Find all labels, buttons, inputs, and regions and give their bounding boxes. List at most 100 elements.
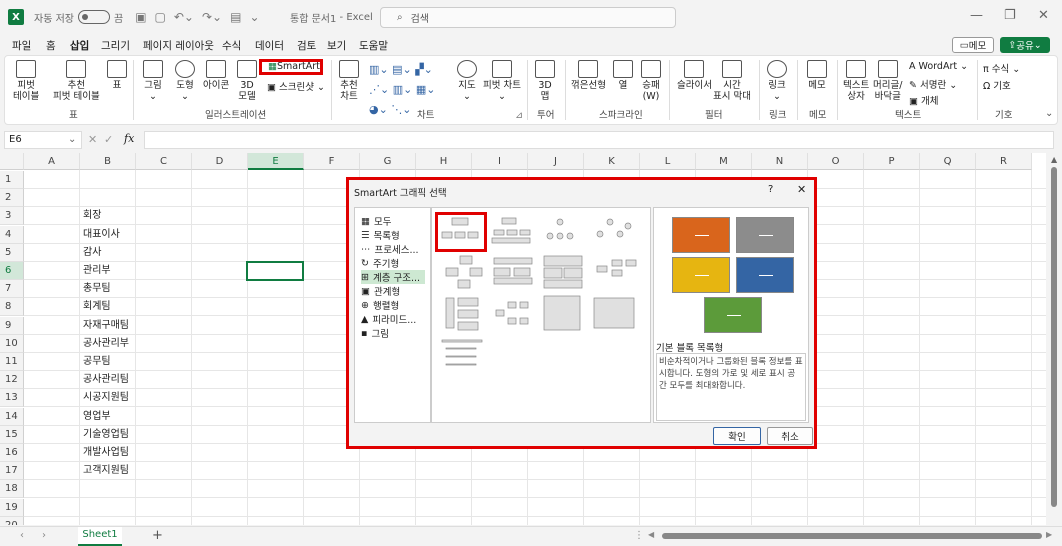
category-picture[interactable]: ▪ 그림 <box>361 326 389 341</box>
equation-button[interactable]: π 수식 ⌄ <box>983 61 1020 75</box>
row-header-14[interactable]: 14 <box>0 407 24 426</box>
column-header-q[interactable]: Q <box>920 153 976 170</box>
row-header-4[interactable]: 4 <box>0 225 24 244</box>
category-list-type[interactable]: ☰ 목록형 <box>361 228 400 243</box>
tab-split-icon[interactable]: ⋮ <box>634 530 644 541</box>
row-header-2[interactable]: 2 <box>0 189 24 208</box>
recommended-pivot-button[interactable]: 추천 피벗 테이블 <box>53 60 100 102</box>
row-header-12[interactable]: 12 <box>0 371 24 390</box>
screenshot-button[interactable]: ▣ 스크린샷 ⌄ <box>267 79 325 93</box>
select-all-corner[interactable] <box>0 153 24 170</box>
tab-help[interactable]: 도움말 <box>359 38 388 53</box>
scroll-up-icon[interactable]: ▲ <box>1051 155 1057 164</box>
row-header-8[interactable]: 8 <box>0 298 24 317</box>
hierarchy-circle-thumb[interactable] <box>556 218 564 226</box>
column-header-o[interactable]: O <box>808 153 864 170</box>
active-cell-e6[interactable] <box>246 261 304 281</box>
symbol-button[interactable]: Ω 기호 <box>983 78 1011 92</box>
recommended-charts-button[interactable]: 추천 차트 <box>339 60 359 102</box>
textbox-button[interactable]: 텍스트 상자 <box>843 60 869 102</box>
column-header-j[interactable]: J <box>528 153 584 170</box>
column-header-n[interactable]: N <box>752 153 808 170</box>
tab-insert[interactable]: 삽입 <box>70 38 90 57</box>
horizontal-scrollbar[interactable] <box>662 533 1042 539</box>
name-box-dropdown-icon[interactable]: ⌄ <box>68 134 76 145</box>
column-header-g[interactable]: G <box>360 153 416 170</box>
enter-icon[interactable]: ✓ <box>104 133 113 146</box>
cell-b5[interactable]: 감사 <box>80 244 101 262</box>
save-icon[interactable]: ▣ <box>135 10 146 24</box>
row-header-10[interactable]: 10 <box>0 334 24 353</box>
3d-map-button[interactable]: 3D 맵 <box>535 60 555 102</box>
column-header-b[interactable]: B <box>80 153 136 170</box>
column-header-d[interactable]: D <box>192 153 248 170</box>
name-title-org-thumb[interactable] <box>501 217 517 225</box>
header-footer-button[interactable]: 머리글/ 바닥글 <box>873 60 902 102</box>
help-icon[interactable]: ? <box>768 184 773 195</box>
cell-b4[interactable]: 대표이사 <box>80 226 120 244</box>
link-button[interactable]: 링크 ⌄ <box>767 60 787 102</box>
tab-file[interactable]: 파일 <box>12 38 31 53</box>
search-box[interactable]: ⌕ 검색 <box>380 7 676 28</box>
cell-b3[interactable]: 회장 <box>80 207 101 225</box>
customize-qat-icon[interactable]: ⌄ <box>249 10 259 24</box>
labeled-hierarchy-thumb[interactable] <box>606 218 614 226</box>
sparkline-winloss-button[interactable]: 승패 (W) <box>641 60 661 102</box>
scroll-thumb[interactable] <box>1051 167 1057 507</box>
horizontal-hierarchy-thumb[interactable] <box>596 265 608 273</box>
cell-b11[interactable]: 공무팀 <box>80 353 111 371</box>
cell-b12[interactable]: 공사관리팀 <box>80 371 129 389</box>
horizontal-labeled-thumb[interactable] <box>495 309 505 317</box>
prev-sheet-icon[interactable]: ‹ <box>20 530 24 541</box>
row-header-5[interactable]: 5 <box>0 243 24 262</box>
cell-b9[interactable]: 자재구매팀 <box>80 317 129 335</box>
column-header-m[interactable]: M <box>696 153 752 170</box>
category-pyramid[interactable]: ▲ 피라미드... <box>361 312 416 327</box>
category-hierarchy[interactable]: ⊞ 계층 구조... <box>361 270 425 284</box>
column-chart-icon[interactable]: ▥⌄ ▤⌄ ▞⌄ <box>369 60 435 80</box>
half-circle-org-thumb[interactable] <box>459 255 473 265</box>
tab-draw[interactable]: 그리기 <box>101 38 130 53</box>
cancel-entry-icon[interactable]: ✕ <box>88 133 97 146</box>
cell-b6[interactable]: 관리부 <box>80 262 111 280</box>
comment-button[interactable]: 메모 <box>807 60 827 91</box>
vertical-scrollbar[interactable]: ▲ <box>1046 153 1062 525</box>
row-header-18[interactable]: 18 <box>0 480 24 499</box>
cell-b16[interactable]: 개발사업팀 <box>80 444 129 462</box>
tab-data[interactable]: 데이터 <box>255 38 284 53</box>
column-header-p[interactable]: P <box>864 153 920 170</box>
row-header-9[interactable]: 9 <box>0 316 24 335</box>
line-chart-icon[interactable]: ⋰⌄ ▥⌄ ▦⌄ <box>369 80 435 100</box>
tab-view[interactable]: 보기 <box>327 38 346 53</box>
row-header-17[interactable]: 17 <box>0 462 24 481</box>
icons-button[interactable]: 아이콘 <box>203 60 229 91</box>
formula-input[interactable] <box>144 131 1054 149</box>
cell-b10[interactable]: 공사관리부 <box>80 335 129 353</box>
close-icon[interactable]: ✕ <box>797 183 806 196</box>
row-header-13[interactable]: 13 <box>0 389 24 408</box>
memo-button[interactable]: ▭ 메모 <box>952 37 994 53</box>
share-button[interactable]: ⇪ 공유 ⌄ <box>1000 37 1050 53</box>
row-header-15[interactable]: 15 <box>0 425 24 444</box>
chart-dialog-launcher-icon[interactable]: ⊿ <box>515 110 523 121</box>
object-button[interactable]: ▣ 개체 <box>909 93 939 107</box>
new-file-icon[interactable]: ▢ <box>155 10 166 24</box>
row-header-16[interactable]: 16 <box>0 444 24 462</box>
org-chart-thumb[interactable] <box>451 217 469 226</box>
tab-home[interactable]: 홈 <box>46 38 56 53</box>
column-header-f[interactable]: F <box>304 153 360 170</box>
column-header-r[interactable]: R <box>976 153 1032 170</box>
category-all[interactable]: ▦ 모두 <box>361 214 391 229</box>
undo-icon[interactable]: ↶⌄ <box>174 10 194 24</box>
tab-formulas[interactable]: 수식 <box>222 38 241 53</box>
cell-b17[interactable]: 고객지원팀 <box>80 462 129 480</box>
timeline-button[interactable]: 시간 표시 막대 <box>713 60 751 102</box>
column-header-h[interactable]: H <box>416 153 472 170</box>
architecture-layout-thumb[interactable] <box>543 295 581 331</box>
row-header-20[interactable]: 20 <box>0 516 24 525</box>
autosave-toggle[interactable] <box>77 10 110 24</box>
cell-b14[interactable]: 영업부 <box>80 408 111 426</box>
signature-line-button[interactable]: ✎ 서명란 ⌄ <box>909 77 957 91</box>
add-sheet-icon[interactable]: + <box>152 528 163 543</box>
sparkline-line-button[interactable]: 꺾은선형 <box>571 60 606 91</box>
